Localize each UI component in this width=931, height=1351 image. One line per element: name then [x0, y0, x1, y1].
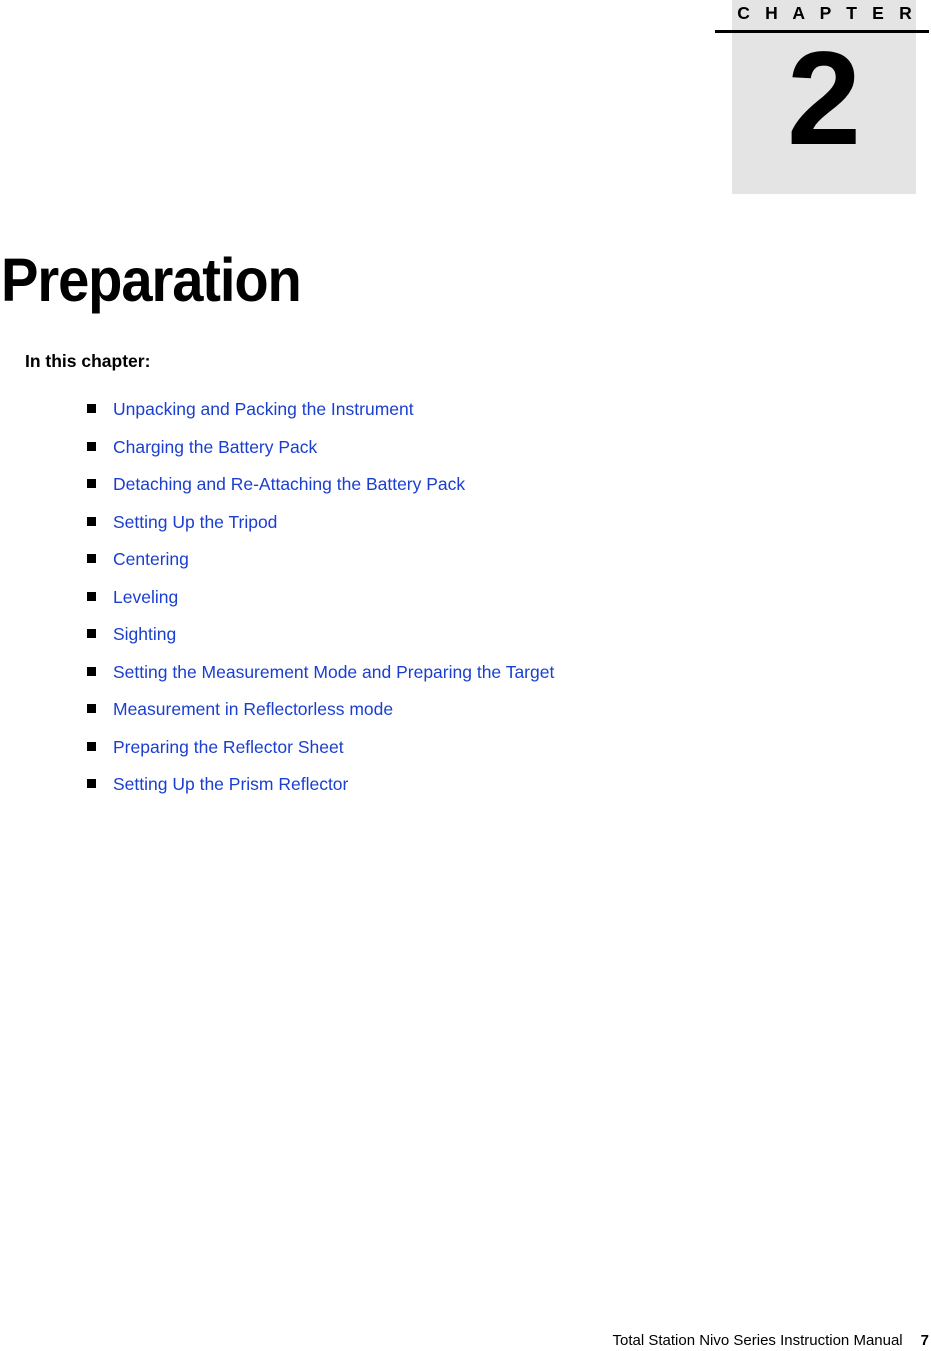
list-item[interactable]: Setting Up the Prism Reflector	[87, 773, 887, 811]
chapter-link[interactable]: Detaching and Re-Attaching the Battery P…	[113, 473, 465, 495]
section-heading: In this chapter:	[25, 351, 151, 371]
list-item[interactable]: Unpacking and Packing the Instrument	[87, 398, 887, 436]
chapter-link[interactable]: Preparing the Reflector Sheet	[113, 736, 344, 758]
chapter-link[interactable]: Setting Up the Tripod	[113, 511, 277, 533]
square-bullet-icon	[87, 554, 96, 563]
chapter-marker: C H A P T E R 2	[0, 0, 931, 200]
square-bullet-icon	[87, 629, 96, 638]
footer-page-number: 7	[920, 1332, 929, 1349]
square-bullet-icon	[87, 741, 96, 751]
list-item[interactable]: Centering	[87, 548, 887, 586]
square-bullet-icon	[87, 441, 96, 451]
chapter-link[interactable]: Leveling	[113, 586, 178, 608]
chapter-link[interactable]: Charging the Battery Pack	[113, 436, 317, 458]
chapter-number: 2	[787, 25, 861, 173]
page-footer: Total Station Nivo Series Instruction Ma…	[0, 1331, 930, 1350]
chapter-contents-list: Unpacking and Packing the Instrument Cha…	[87, 398, 887, 811]
square-bullet-icon	[87, 404, 96, 413]
document-page: C H A P T E R 2 Preparation In this chap…	[0, 0, 931, 1351]
footer-manual-title: Total Station Nivo Series Instruction Ma…	[612, 1332, 903, 1349]
chapter-link[interactable]: Setting the Measurement Mode and Prepari…	[113, 661, 554, 683]
list-item[interactable]: Detaching and Re-Attaching the Battery P…	[87, 473, 887, 511]
square-bullet-icon	[87, 666, 96, 676]
square-bullet-icon	[87, 479, 96, 488]
list-item[interactable]: Setting Up the Tripod	[87, 511, 887, 549]
list-item[interactable]: Setting the Measurement Mode and Prepari…	[87, 661, 887, 699]
chapter-link[interactable]: Setting Up the Prism Reflector	[113, 773, 348, 795]
page-title: Preparation	[1, 246, 302, 314]
square-bullet-icon	[87, 779, 96, 788]
square-bullet-icon	[87, 704, 96, 713]
chapter-label: C H A P T E R	[737, 3, 917, 23]
square-bullet-icon	[87, 516, 96, 526]
list-item[interactable]: Leveling	[87, 586, 887, 624]
chapter-link[interactable]: Measurement in Reflectorless mode	[113, 698, 393, 720]
list-item[interactable]: Measurement in Reflectorless mode	[87, 698, 887, 736]
chapter-link[interactable]: Sighting	[113, 623, 176, 645]
chapter-link[interactable]: Unpacking and Packing the Instrument	[113, 398, 414, 420]
chapter-link[interactable]: Centering	[113, 548, 189, 570]
list-item[interactable]: Sighting	[87, 623, 887, 661]
square-bullet-icon	[87, 591, 96, 601]
list-item[interactable]: Charging the Battery Pack	[87, 436, 887, 474]
list-item[interactable]: Preparing the Reflector Sheet	[87, 736, 887, 774]
